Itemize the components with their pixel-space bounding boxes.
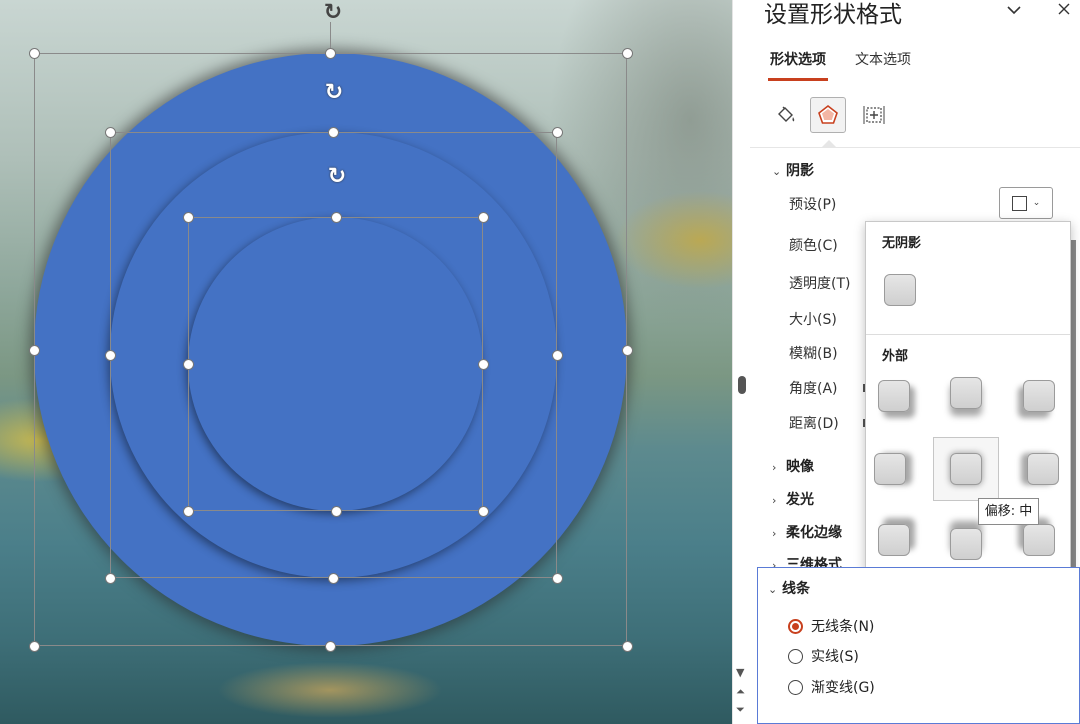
resize-handle[interactable] <box>182 358 194 370</box>
radio-button[interactable] <box>788 648 803 664</box>
section-reflection-label: 映像 <box>786 459 814 475</box>
color-label: 颜色(C) <box>789 238 838 254</box>
radio-button[interactable] <box>788 618 803 634</box>
resize-handle[interactable] <box>330 505 342 517</box>
scroll-thumb[interactable] <box>738 376 746 394</box>
line-section: ⌄ 线条 无线条(N) 实线(S) 渐变线(G) <box>757 567 1080 724</box>
pane-title: 设置形状格式 <box>764 2 902 28</box>
outer-shadow-swatch[interactable] <box>874 453 906 485</box>
outer-shadow-swatch[interactable] <box>950 453 982 485</box>
preset-label: 预设(P) <box>789 197 837 213</box>
chevron-right-icon: › <box>772 461 777 474</box>
radio-solid-line[interactable]: 实线(S) <box>788 646 859 666</box>
shadow-preset-swatch-icon <box>1011 195 1027 211</box>
section-shadow[interactable]: ⌄ 阴影 <box>772 162 814 181</box>
resize-handle[interactable] <box>551 126 563 138</box>
canvas-scrollbar[interactable]: ▼ ⏶ ⏷ <box>732 0 750 724</box>
radio-button[interactable] <box>788 679 803 695</box>
distance-label: 距离(D) <box>789 416 839 432</box>
pentagon-effects-icon[interactable] <box>810 97 846 133</box>
chevron-right-icon: › <box>772 494 777 507</box>
category-caret <box>822 140 836 147</box>
resize-handle[interactable] <box>551 349 563 361</box>
section-reflection[interactable]: › 映像 <box>772 458 814 477</box>
inner-rotate-handle[interactable]: ↻ <box>324 164 350 190</box>
pane-divider <box>750 147 1080 148</box>
gallery-divider <box>866 334 1070 335</box>
outer-rotate-handle[interactable]: ↻ <box>320 0 346 26</box>
chevron-right-icon: › <box>772 527 777 540</box>
resize-handle[interactable] <box>621 47 633 59</box>
section-shadow-label: 阴影 <box>786 163 814 179</box>
gallery-no-shadow-heading: 无阴影 <box>882 236 922 251</box>
resize-handle[interactable] <box>327 126 339 138</box>
radio-solid-line-label: 实线(S) <box>811 649 859 665</box>
section-glow[interactable]: › 发光 <box>772 491 814 510</box>
chevron-down-icon: ⌄ <box>768 583 778 596</box>
resize-handle[interactable] <box>28 344 40 356</box>
resize-handle[interactable] <box>28 47 40 59</box>
section-glow-label: 发光 <box>786 492 814 508</box>
fill-bucket-icon[interactable] <box>768 97 804 133</box>
tab-text-options[interactable]: 文本选项 <box>855 51 911 69</box>
swatch-tooltip: 偏移: 中 <box>978 498 1039 525</box>
radio-gradient-line-label: 渐变线(G) <box>811 680 875 696</box>
resize-handle[interactable] <box>477 211 489 223</box>
size-layout-icon[interactable] <box>856 97 892 133</box>
resize-handle[interactable] <box>28 640 40 652</box>
size-label: 大小(S) <box>789 312 837 328</box>
section-3d-format[interactable]: › 三维格式 <box>772 556 842 567</box>
resize-handle[interactable] <box>104 349 116 361</box>
resize-handle[interactable] <box>477 505 489 517</box>
outer-shadow-swatch[interactable] <box>878 524 910 556</box>
section-line-label: 线条 <box>782 581 810 597</box>
outer-shadow-swatch[interactable] <box>1027 453 1059 485</box>
resize-handle[interactable] <box>182 505 194 517</box>
gallery-outer-heading: 外部 <box>882 349 909 364</box>
radio-no-line-label: 无线条(N) <box>811 619 875 635</box>
radio-no-line[interactable]: 无线条(N) <box>788 616 874 636</box>
resize-handle[interactable] <box>104 572 116 584</box>
active-tab-underline <box>768 78 828 81</box>
previous-slide-icon[interactable]: ⏶ <box>736 686 745 698</box>
close-icon[interactable] <box>1056 1 1072 22</box>
resize-handle[interactable] <box>621 640 633 652</box>
chevron-down-icon: ⌄ <box>1032 198 1041 208</box>
resize-handle[interactable] <box>621 344 633 356</box>
resize-handle[interactable] <box>324 47 336 59</box>
next-slide-icon[interactable]: ⏷ <box>736 704 745 716</box>
slide-canvas[interactable]: ↻ ↻ ↻ <box>0 0 732 724</box>
resize-handle[interactable] <box>330 211 342 223</box>
resize-handle[interactable] <box>104 126 116 138</box>
resize-handle[interactable] <box>477 358 489 370</box>
shadow-preset-gallery: 无阴影 外部 <box>865 221 1071 571</box>
chevron-down-icon: ⌄ <box>772 165 782 178</box>
outer-shadow-swatch[interactable] <box>950 377 982 409</box>
chevron-down-icon[interactable] <box>1006 2 1022 22</box>
section-3d-format-label: 三维格式 <box>786 557 842 567</box>
radio-gradient-line[interactable]: 渐变线(G) <box>788 677 875 697</box>
middle-rotate-handle[interactable]: ↻ <box>321 80 347 106</box>
resize-handle[interactable] <box>324 640 336 652</box>
outer-shadow-swatch[interactable] <box>878 380 910 412</box>
section-line[interactable]: ⌄ 线条 <box>768 578 810 598</box>
resize-handle[interactable] <box>551 572 563 584</box>
outer-shadow-swatch[interactable] <box>950 528 982 560</box>
blur-label: 模糊(B) <box>789 346 838 362</box>
resize-handle[interactable] <box>182 211 194 223</box>
inner-circle[interactable] <box>188 217 483 511</box>
outer-shadow-swatch[interactable] <box>1023 524 1055 556</box>
chevron-right-icon: › <box>772 559 777 567</box>
tab-shape-options[interactable]: 形状选项 <box>770 51 826 69</box>
angle-label: 角度(A) <box>789 381 838 397</box>
outer-shadow-swatch[interactable] <box>1023 380 1055 412</box>
resize-handle[interactable] <box>327 572 339 584</box>
section-soft-edges[interactable]: › 柔化边缘 <box>772 524 842 543</box>
transparency-label: 透明度(T) <box>789 276 851 292</box>
section-soft-edges-label: 柔化边缘 <box>786 525 842 541</box>
no-shadow-swatch[interactable] <box>884 274 916 306</box>
scroll-down-arrow-icon[interactable]: ▼ <box>736 667 744 679</box>
preset-dropdown[interactable]: ⌄ <box>999 187 1053 219</box>
